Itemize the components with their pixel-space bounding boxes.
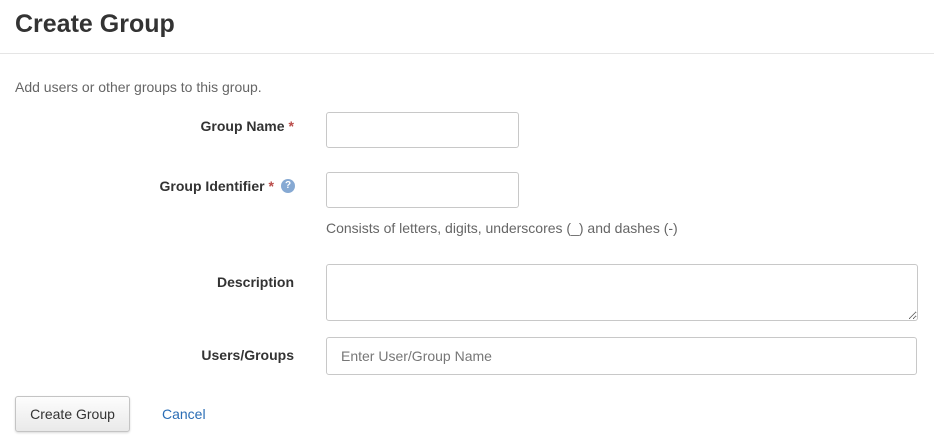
cancel-link[interactable]: Cancel: [162, 405, 206, 423]
question-circle-icon[interactable]: ?: [281, 179, 295, 193]
page-title: Create Group: [15, 10, 175, 38]
create-group-button[interactable]: Create Group: [15, 396, 130, 432]
group-name-input[interactable]: [326, 112, 519, 148]
group-identifier-label-text: Group Identifier: [159, 178, 265, 194]
users-groups-label-text: Users/Groups: [201, 347, 294, 363]
description-label-text: Description: [216, 274, 294, 290]
description-textarea[interactable]: [326, 264, 918, 321]
group-identifier-hint: Consists of letters, digits, underscores…: [326, 220, 678, 236]
group-name-label-text: Group Name: [200, 118, 285, 134]
required-marker: *: [268, 178, 274, 194]
group-identifier-label: Group Identifier * ?: [160, 177, 295, 195]
group-name-label: Group Name *: [201, 117, 294, 135]
required-marker: *: [288, 118, 294, 134]
users-groups-label: Users/Groups: [201, 346, 294, 364]
description-label: Description: [217, 273, 294, 291]
group-identifier-input[interactable]: [326, 172, 519, 208]
users-groups-input[interactable]: [326, 337, 917, 375]
form-intro-text: Add users or other groups to this group.: [15, 79, 262, 95]
page-header: Create Group: [0, 0, 934, 54]
